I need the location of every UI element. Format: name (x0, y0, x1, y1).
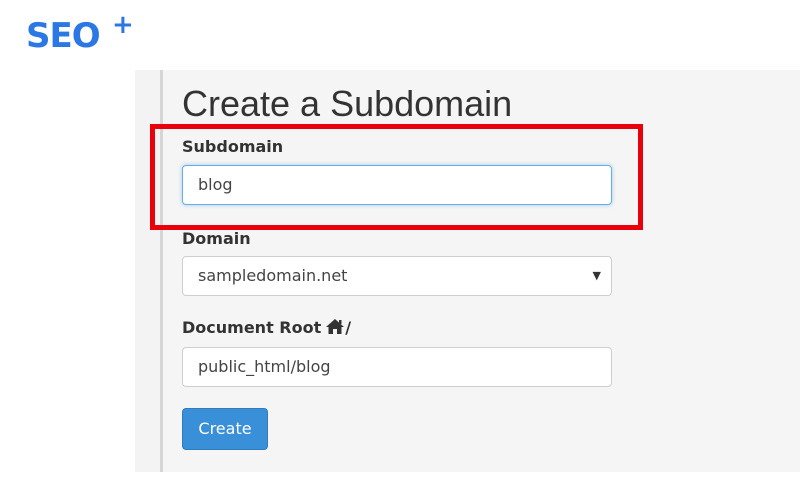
subdomain-input[interactable]: blog (182, 165, 612, 205)
domain-selected-value: sampledomain.net (198, 266, 348, 285)
document-root-input[interactable]: public_html/blog (182, 347, 612, 387)
sidebar-divider (160, 70, 163, 472)
domain-label: Domain (182, 229, 251, 248)
document-root-label: Document Root / (182, 318, 351, 339)
domain-select[interactable]: sampledomain.net ▼ (182, 256, 612, 296)
logo-text: SEO (26, 16, 101, 56)
subdomain-label: Subdomain (182, 137, 284, 156)
logo-plus: + (112, 10, 134, 40)
page-title: Create a Subdomain (182, 83, 513, 124)
document-root-value: public_html/blog (198, 357, 331, 376)
document-root-label-text: Document Root (182, 318, 322, 337)
caret-down-icon: ▼ (592, 269, 601, 282)
seo-logo: SEO + (26, 10, 134, 56)
subdomain-value: blog (198, 175, 233, 194)
create-button[interactable]: Create (182, 408, 268, 450)
home-icon (325, 318, 345, 339)
document-root-path-suffix: / (345, 318, 352, 337)
